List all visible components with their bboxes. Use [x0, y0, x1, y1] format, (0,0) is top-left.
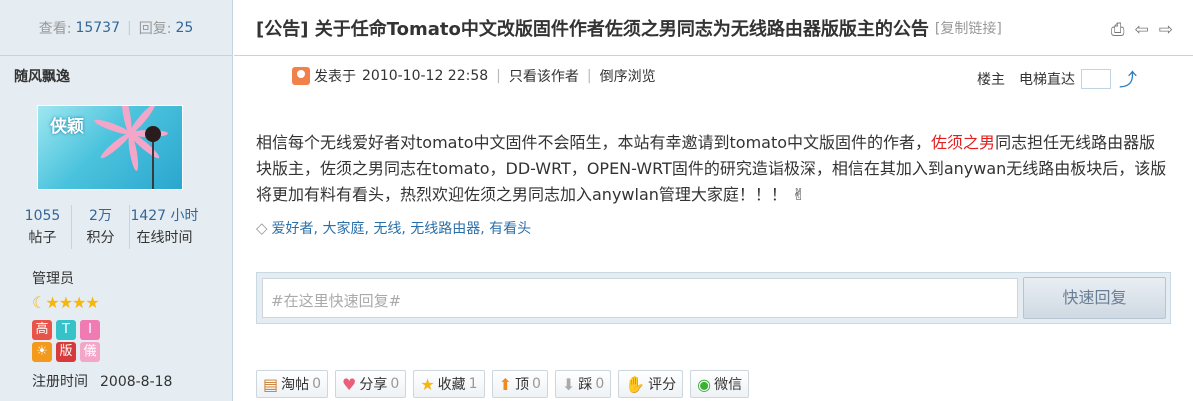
floor-nav: 楼主 电梯直达 ⤴: [977, 66, 1137, 92]
avatar[interactable]: 侠颖: [37, 105, 183, 190]
medal-icon[interactable]: ☀: [32, 342, 52, 362]
rate-button[interactable]: ✋ 评分: [618, 370, 684, 398]
stats-divider: |: [127, 19, 132, 36]
quick-reply-button[interactable]: 快速回复: [1023, 277, 1166, 319]
action-label: 微信: [714, 377, 743, 393]
post-text: 相信每个无线爱好者对tomato中文固件不会陌生，本站有幸邀请到tomato中文…: [256, 133, 932, 152]
avatar-text: 侠颖: [50, 117, 84, 137]
star-icon: ★: [420, 374, 435, 394]
medal-icon[interactable]: 版: [56, 342, 76, 362]
victory-hand-icon: ✌: [792, 185, 806, 204]
only-author-link[interactable]: 只看该作者: [509, 66, 579, 86]
medal-icon[interactable]: 儀: [80, 342, 100, 362]
share-icon: ♥: [342, 374, 357, 394]
stat-label: 帖子: [28, 230, 57, 246]
title-tools: ⎙ ⇦ ⇨: [1111, 20, 1173, 40]
taotie-button[interactable]: ▤ 淘帖 0: [256, 370, 329, 398]
jump-go-icon[interactable]: ⤴: [1119, 66, 1137, 92]
print-icon[interactable]: ⎙: [1111, 20, 1125, 40]
floor-jump-input[interactable]: [1081, 69, 1111, 89]
thread-title-text: 关于任命Tomato中文改版固件作者佐须之男同志为无线路由器版版主的公告: [314, 18, 929, 40]
meta-divider: |: [496, 68, 501, 84]
stat-online-time[interactable]: 1427 小时 在线时间: [129, 205, 199, 249]
tag-icon: ◇: [256, 219, 268, 237]
thread-title-bar: [公告] 关于任命Tomato中文改版固件作者佐须之男同志为无线路由器版版主的公…: [234, 0, 1193, 56]
action-label: 淘帖: [281, 377, 310, 393]
post-meta: 发表于 2010-10-12 22:58 | 只看该作者 | 倒序浏览: [292, 66, 656, 86]
thread-stats: 查看: 15737 | 回复: 25: [0, 0, 232, 56]
post-highlight: 佐须之男: [931, 133, 996, 152]
reverse-order-link[interactable]: 倒序浏览: [600, 66, 656, 86]
favorite-button[interactable]: ★ 收藏 1: [413, 370, 485, 398]
action-label: 评分: [648, 377, 677, 393]
share-button[interactable]: ♥ 分享 0: [335, 370, 407, 398]
jump-label: 电梯直达: [1019, 72, 1075, 88]
quick-reply: #在这里快速回复# 快速回复: [256, 272, 1171, 324]
register-date: 注册时间 2008-8-18: [32, 371, 172, 391]
next-thread-icon[interactable]: ⇨: [1159, 20, 1173, 40]
action-label: 顶: [514, 377, 529, 393]
action-count: 1: [468, 376, 478, 392]
floor-label: 楼主: [977, 72, 1005, 88]
author-name[interactable]: 随风飘逸: [14, 66, 70, 86]
thread-title-tag[interactable]: [公告]: [256, 19, 308, 40]
reply-icon: ▤: [263, 374, 279, 394]
post-tags: ◇ 爱好者, 大家庭, 无线, 无线路由器, 有看头: [256, 218, 531, 238]
author-online-icon: [292, 67, 310, 85]
action-count: 0: [531, 376, 541, 392]
quick-reply-input[interactable]: #在这里快速回复#: [262, 278, 1018, 318]
stat-value: 1055: [24, 208, 61, 224]
meta-divider: |: [586, 68, 592, 84]
avatar-flower-petal: [98, 130, 133, 161]
downvote-button[interactable]: ⬇ 踩 0: [554, 370, 612, 398]
register-label: 注册时间: [32, 374, 88, 390]
replies-count: 25: [175, 19, 194, 36]
upvote-button[interactable]: ⬆ 顶 0: [491, 370, 548, 398]
views-label: 查看:: [38, 20, 72, 37]
action-label: 收藏: [437, 377, 466, 393]
post-content: 相信每个无线爱好者对tomato中文固件不会陌生，本站有幸邀请到tomato中文…: [256, 130, 1171, 208]
tag-links[interactable]: 爱好者, 大家庭, 无线, 无线路由器, 有看头: [272, 218, 532, 238]
posted-label: 发表于: [314, 69, 356, 85]
stat-value: 1427 小时: [130, 208, 199, 224]
views-count: 15737: [75, 19, 120, 36]
copy-link[interactable]: [复制链接]: [935, 18, 1002, 38]
stat-points[interactable]: 2万 积分: [71, 205, 129, 249]
wechat-button[interactable]: ◉ 微信: [690, 370, 750, 398]
action-count: 0: [595, 376, 605, 392]
wechat-icon: ◉: [697, 374, 712, 394]
action-count: 0: [390, 376, 400, 392]
action-count: 0: [312, 376, 322, 392]
author-sidebar: 查看: 15737 | 回复: 25 随风飘逸 侠颖 1055 帖子 2万 积分…: [0, 0, 233, 401]
stat-value: 2万: [89, 208, 112, 224]
stat-label: 积分: [86, 230, 115, 246]
stat-label: 在线时间: [136, 230, 193, 246]
author-stats: 1055 帖子 2万 积分 1427 小时 在线时间: [14, 205, 224, 249]
post-actions: ▤ 淘帖 0 ♥ 分享 0 ★ 收藏 1 ⬆ 顶 0 ⬇ 踩 0 ✋ 评分 ◉ 微信: [256, 370, 750, 398]
rate-icon: ✋: [625, 374, 646, 394]
avatar-flower-center: [145, 126, 161, 142]
register-value: 2008-8-18: [100, 374, 173, 390]
medal-icon[interactable]: I: [80, 320, 100, 340]
posted-time: 2010-10-12 22:58: [362, 68, 489, 84]
user-group[interactable]: 管理员: [32, 268, 74, 288]
medal-icon[interactable]: T: [56, 320, 76, 340]
thumbs-up-icon: ⬆: [498, 374, 512, 394]
previous-thread-icon[interactable]: ⇦: [1135, 20, 1149, 40]
action-label: 踩: [578, 377, 593, 393]
thread-title: [公告] 关于任命Tomato中文改版固件作者佐须之男同志为无线路由器版版主的公…: [256, 15, 929, 41]
medal-icon[interactable]: 高: [32, 320, 52, 340]
replies-label: 回复:: [138, 20, 172, 37]
stat-posts[interactable]: 1055 帖子: [14, 205, 71, 249]
medal-list: 高 T I ☀ 版 儀: [32, 320, 104, 362]
action-label: 分享: [359, 377, 388, 393]
thumbs-down-icon: ⬇: [561, 374, 576, 394]
post-area: [公告] 关于任命Tomato中文改版固件作者佐须之男同志为无线路由器版版主的公…: [234, 0, 1193, 401]
rank-stars-icon: ☾★★★★: [32, 293, 100, 312]
avatar-flower-stem: [152, 141, 154, 189]
